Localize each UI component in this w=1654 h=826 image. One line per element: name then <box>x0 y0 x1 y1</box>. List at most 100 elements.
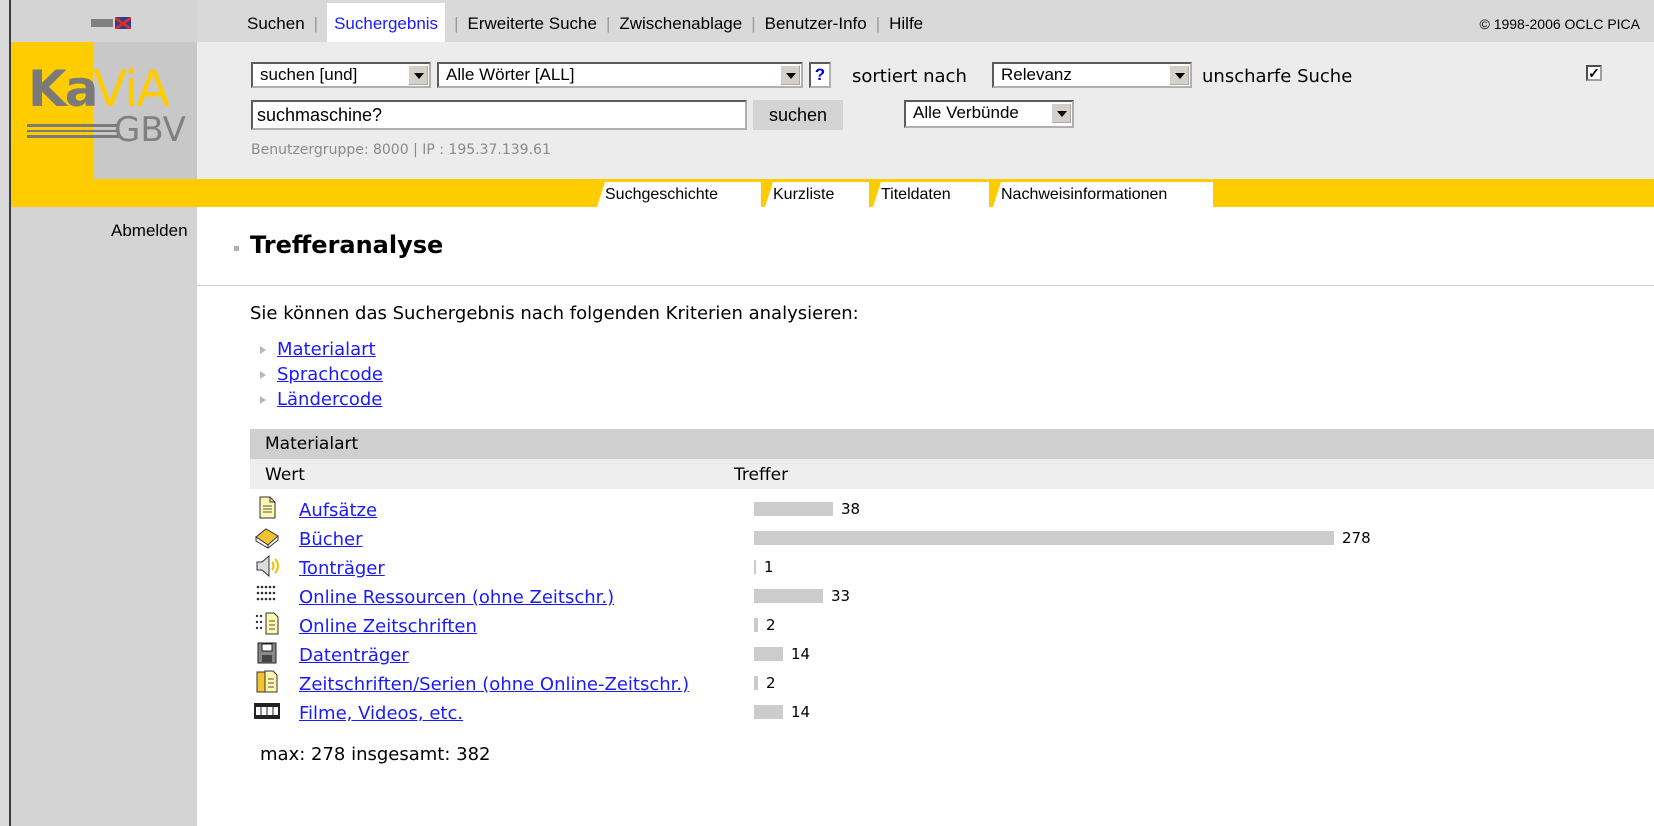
bullet-arrow-icon <box>260 396 266 404</box>
search-panel: suchen [und] Alle Wörter [ALL] ? sortier… <box>197 42 1654 179</box>
hit-count: 2 <box>766 616 776 634</box>
table-row: Filme, Videos, etc. 14 <box>197 699 1654 729</box>
floppy-disk-icon <box>257 642 277 664</box>
row-link[interactable]: Zeitschriften/Serien (ohne Online-Zeitsc… <box>299 674 689 695</box>
criteria-item-laendercode: Ländercode <box>260 389 382 410</box>
article-icon <box>259 496 276 519</box>
nav-hilfe[interactable]: Hilfe <box>889 14 923 33</box>
journal-icon <box>256 670 278 693</box>
field-select-value: Alle Wörter [ALL] <box>446 65 575 84</box>
table-header: Wert Treffer <box>250 459 1654 489</box>
row-link[interactable]: Datenträger <box>299 645 409 666</box>
bullet-arrow-icon <box>260 371 266 379</box>
row-link[interactable]: Online Ressourcen (ohne Zeitschr.) <box>299 587 614 608</box>
chevron-down-icon[interactable] <box>408 65 428 85</box>
uk-flag-icon[interactable] <box>115 17 131 29</box>
hit-bar <box>754 531 1334 545</box>
main-content: Trefferanalyse Sie können das Suchergebn… <box>197 207 1654 826</box>
hit-bar <box>754 705 783 719</box>
logo-ka: Ka <box>28 60 98 118</box>
row-link[interactable]: Bücher <box>299 529 363 550</box>
network-select[interactable]: Alle Verbünde <box>904 100 1074 128</box>
german-flag-icon[interactable] <box>91 19 113 27</box>
search-input[interactable]: suchmaschine? <box>251 100 747 130</box>
window-left-border <box>0 0 11 826</box>
table-title: Materialart <box>250 429 1654 459</box>
fuzzy-search-label: unscharfe Suche <box>1202 66 1353 87</box>
hit-count: 1 <box>764 558 774 576</box>
online-journal-icon <box>255 612 279 635</box>
book-icon <box>255 528 279 549</box>
operator-select-value: suchen [und] <box>260 65 358 84</box>
copyright: © 1998-2006 OCLC PICA <box>1479 16 1640 32</box>
link-laendercode[interactable]: Ländercode <box>277 389 382 410</box>
hit-summary: max: 278 insgesamt: 382 <box>260 744 491 765</box>
user-info: Benutzergruppe: 8000 | IP : 195.37.139.6… <box>251 142 551 158</box>
table-row: Tonträger 1 <box>197 554 1654 584</box>
sort-select-value: Relevanz <box>1001 65 1072 84</box>
fuzzy-search-checkbox[interactable]: ✓ <box>1586 65 1602 81</box>
help-button[interactable]: ? <box>809 62 831 88</box>
hit-bar <box>754 589 823 603</box>
col-wert: Wert <box>265 465 305 485</box>
online-resource-icon <box>256 585 276 601</box>
hit-bar <box>754 618 758 632</box>
hit-count: 278 <box>1342 529 1371 547</box>
table-row: Datenträger 14 <box>197 641 1654 671</box>
tab-nachweisinformationen[interactable]: Nachweisinformationen <box>993 182 1213 207</box>
row-link[interactable]: Aufsätze <box>299 500 377 521</box>
table-row: Aufsätze 38 <box>197 496 1654 526</box>
browser-frame: Abmelden Ka ViA GBV Suchen | Suchergebnis |… <box>0 0 1654 826</box>
table-row: Zeitschriften/Serien (ohne Online-Zeitsc… <box>197 670 1654 700</box>
film-icon <box>254 703 280 719</box>
title-section: Trefferanalyse <box>197 207 1654 286</box>
title-bullet-icon <box>234 246 239 251</box>
hit-count: 38 <box>841 500 861 518</box>
nav-zwischenablage[interactable]: Zwischenablage <box>619 14 742 33</box>
link-materialart[interactable]: Materialart <box>277 339 376 360</box>
sort-select[interactable]: Relevanz <box>992 62 1192 88</box>
chevron-down-icon[interactable] <box>1169 65 1189 85</box>
hit-bar <box>754 560 756 574</box>
network-select-value: Alle Verbünde <box>913 103 1019 122</box>
tab-kurzliste[interactable]: Kurzliste <box>765 182 869 207</box>
criteria-item-sprachcode: Sprachcode <box>260 364 383 385</box>
hit-count: 14 <box>791 645 811 663</box>
hit-count: 14 <box>791 703 811 721</box>
chevron-down-icon[interactable] <box>780 65 800 85</box>
link-sprachcode[interactable]: Sprachcode <box>277 364 383 385</box>
row-link[interactable]: Online Zeitschriften <box>299 616 477 637</box>
operator-select[interactable]: suchen [und] <box>251 62 431 88</box>
table-row: Bücher 278 <box>197 525 1654 555</box>
table-title-text: Materialart <box>265 434 359 454</box>
logout-link[interactable]: Abmelden <box>111 221 188 241</box>
chevron-down-icon[interactable] <box>1051 103 1071 123</box>
language-switch[interactable] <box>91 17 141 29</box>
bullet-arrow-icon <box>260 346 266 354</box>
tab-suchgeschichte[interactable]: Suchgeschichte <box>597 182 761 207</box>
logo-gbv: GBV <box>114 110 186 150</box>
nav-suchen[interactable]: Suchen <box>247 14 305 33</box>
tab-titeldaten[interactable]: Titeldaten <box>873 182 989 207</box>
criteria-item-materialart: Materialart <box>260 339 376 360</box>
hit-bar <box>754 676 758 690</box>
col-treffer: Treffer <box>734 465 789 485</box>
top-navigation: Suchen | Suchergebnis | Erweiterte Suche | Zwi… <box>197 0 1654 45</box>
hit-bar <box>754 502 833 516</box>
nav-suchergebnis[interactable]: Suchergebnis <box>327 3 446 45</box>
search-button[interactable]: suchen <box>753 100 843 130</box>
nav-erweiterte-suche[interactable]: Erweiterte Suche <box>467 14 596 33</box>
hit-bar <box>754 647 783 661</box>
nav-benutzer-info[interactable]: Benutzer-Info <box>765 14 867 33</box>
row-link[interactable]: Filme, Videos, etc. <box>299 703 463 724</box>
hit-count: 2 <box>766 674 776 692</box>
row-link[interactable]: Tonträger <box>299 558 385 579</box>
logo-lines <box>27 124 119 138</box>
sort-label: sortiert nach <box>852 66 967 87</box>
table-row: Online Ressourcen (ohne Zeitschr.) 33 <box>197 583 1654 613</box>
field-select[interactable]: Alle Wörter [ALL] <box>437 62 803 88</box>
kavia-gbv-logo: Ka ViA GBV <box>11 42 197 179</box>
speaker-icon <box>256 554 279 578</box>
page-title: Trefferanalyse <box>250 231 444 259</box>
description: Sie können das Suchergebnis nach folgend… <box>250 303 859 324</box>
